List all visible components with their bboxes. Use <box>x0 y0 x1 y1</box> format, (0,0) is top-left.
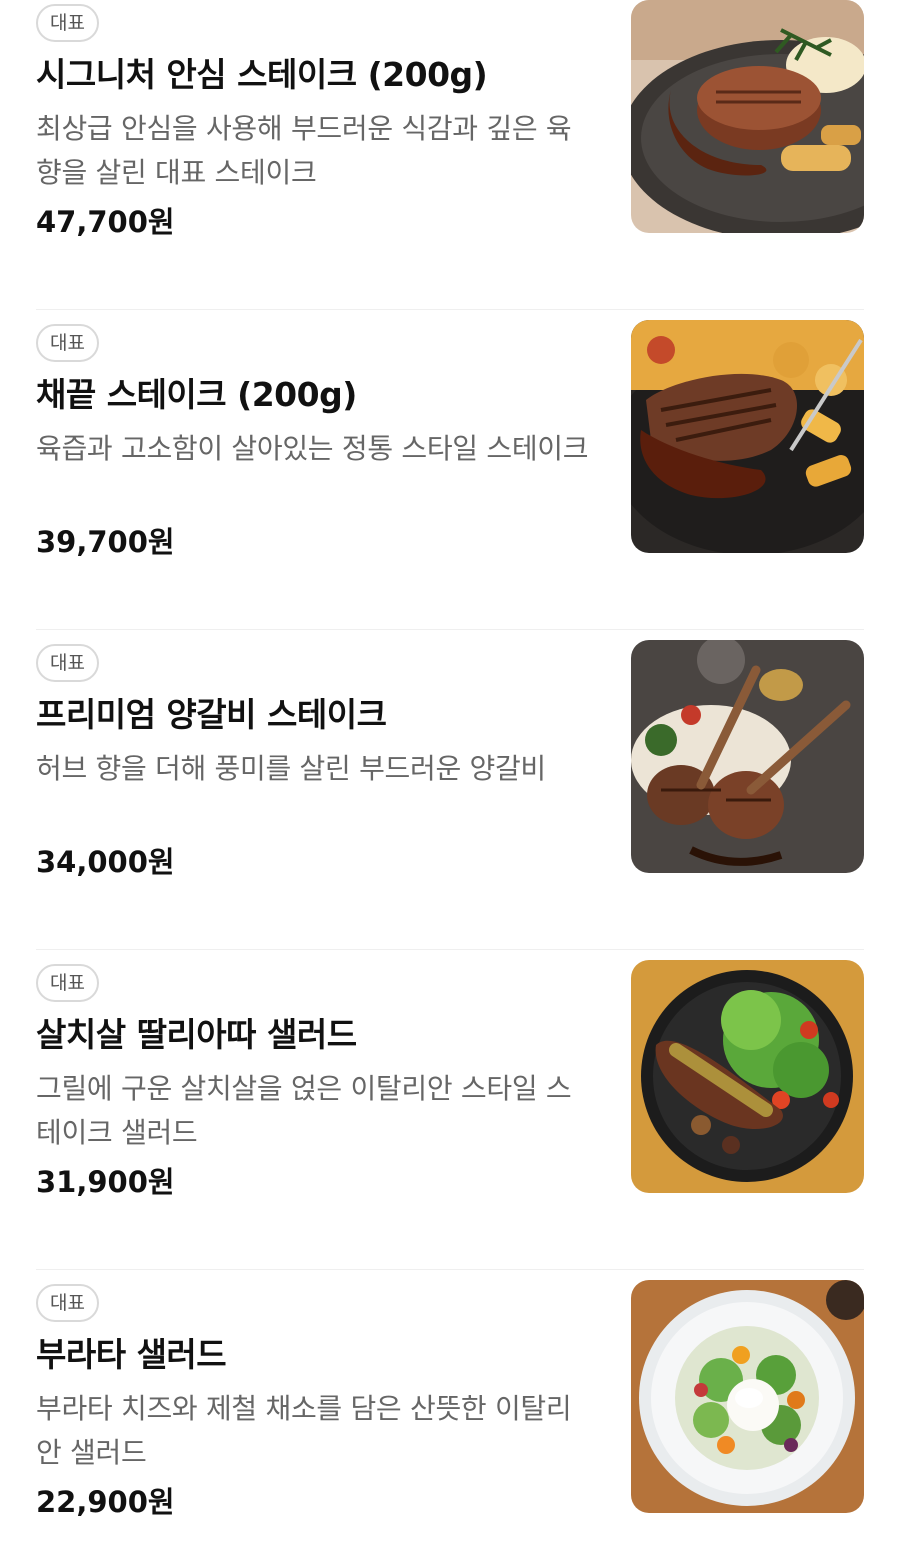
menu-item-tagliata-salad[interactable]: 대표 살치살 딸리아따 샐러드 그릴에 구운 살치살을 얹은 이탈리안 스타일 … <box>0 950 900 1270</box>
menu-item-premium-lamb-steak[interactable]: 대표 프리미엄 양갈비 스테이크 허브 향을 더해 풍미를 살린 부드러운 양갈… <box>0 630 900 950</box>
menu-item-name: 채끝 스테이크 (200g) <box>36 375 357 414</box>
tagliata-salad-photo[interactable] <box>631 960 864 1193</box>
menu-item-description: 허브 향을 더해 풍미를 살린 부드러운 양갈비 <box>36 752 546 785</box>
sirloin-steak-photo[interactable] <box>631 320 864 553</box>
menu-item-burrata-salad[interactable]: 대표 부라타 샐러드 부라타 치즈와 제철 채소를 담은 산뜻한 이탈리안 샐러… <box>0 1270 900 1547</box>
lamb-rack-photo[interactable] <box>631 640 864 873</box>
burrata-salad-photo[interactable] <box>631 1280 864 1513</box>
filet-steak-photo-art <box>631 0 864 233</box>
menu-list: 대표 시그니처 안심 스테이크 (200g) 최상급 안심을 사용해 부드러운 … <box>0 0 900 1547</box>
menu-item-price: 47,700원 <box>36 205 175 239</box>
signature-badge: 대표 <box>36 1284 99 1322</box>
menu-item-description: 최상급 안심을 사용해 부드러운 식감과 깊은 육향을 살린 대표 스테이크 <box>36 112 572 189</box>
menu-item-price: 31,900원 <box>36 1165 175 1199</box>
menu-item-price: 34,000원 <box>36 845 175 879</box>
menu-item-name: 부라타 샐러드 <box>36 1335 227 1374</box>
signature-badge: 대표 <box>36 324 99 362</box>
menu-item-price: 22,900원 <box>36 1485 175 1519</box>
menu-item-description: 그릴에 구운 살치살을 얹은 이탈리안 스타일 스테이크 샐러드 <box>36 1072 572 1149</box>
signature-badge: 대표 <box>36 4 99 42</box>
menu-item-signature-filet-steak[interactable]: 대표 시그니처 안심 스테이크 (200g) 최상급 안심을 사용해 부드러운 … <box>0 0 900 310</box>
menu-item-name: 살치살 딸리아따 샐러드 <box>36 1015 357 1054</box>
menu-item-name: 프리미엄 양갈비 스테이크 <box>36 695 387 734</box>
menu-item-description: 부라타 치즈와 제철 채소를 담은 산뜻한 이탈리안 샐러드 <box>36 1392 572 1469</box>
sirloin-steak-photo-art <box>631 320 864 553</box>
menu-item-sirloin-steak[interactable]: 대표 채끝 스테이크 (200g) 육즙과 고소함이 살아있는 정통 스타일 스… <box>0 310 900 630</box>
lamb-rack-photo-art <box>631 640 864 873</box>
menu-item-price: 39,700원 <box>36 525 175 559</box>
signature-badge: 대표 <box>36 644 99 682</box>
signature-badge: 대표 <box>36 964 99 1002</box>
tagliata-salad-photo-art <box>631 960 864 1193</box>
menu-item-name: 시그니처 안심 스테이크 (200g) <box>36 55 488 94</box>
burrata-salad-photo-art <box>631 1280 864 1513</box>
filet-steak-photo[interactable] <box>631 0 864 233</box>
menu-item-description: 육즙과 고소함이 살아있는 정통 스타일 스테이크 <box>36 432 589 465</box>
